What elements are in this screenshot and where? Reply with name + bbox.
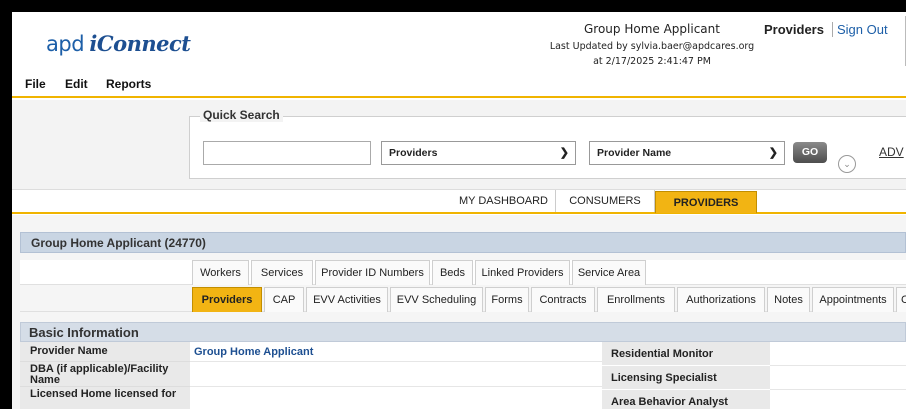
subtab-services[interactable]: Services [251, 260, 313, 285]
chevron-down-icon: ❯ [768, 147, 778, 159]
area-behavior-analyst-label: Area Behavior Analyst [602, 390, 770, 409]
search-type-select[interactable]: Providers ❯ [381, 141, 576, 165]
last-updated-at: at 2/17/2025 2:41:47 PM [593, 56, 711, 67]
logo-iconnect-text: iConnect [89, 31, 191, 56]
quick-search-legend: Quick Search [200, 108, 283, 122]
advanced-search-link[interactable]: ADV [879, 145, 904, 159]
subtab-appointments[interactable]: Appointments [812, 287, 894, 312]
licensed-home-value [190, 387, 602, 409]
residential-monitor-label: Residential Monitor [602, 342, 770, 366]
subtab-notes[interactable]: Notes [767, 287, 810, 312]
last-updated-by: Last Updated by sylvia.baer@apdcares.org [549, 41, 755, 52]
licensing-specialist-label: Licensing Specialist [602, 366, 770, 390]
basic-information-header: Basic Information [20, 322, 906, 342]
subtab-cap[interactable]: CAP [264, 287, 304, 312]
menu-bar: File Edit Reports [12, 72, 906, 98]
subtab-authorizations[interactable]: Authorizations [677, 287, 765, 312]
tab-my-dashboard[interactable]: MY DASHBOARD [452, 190, 556, 212]
sign-out-link[interactable]: Sign Out [832, 22, 888, 37]
chevron-down-icon: ❯ [559, 147, 569, 159]
header: apd iConnect Group Home Applicant Last U… [12, 12, 906, 72]
provider-name-link[interactable]: Group Home Applicant [194, 346, 313, 358]
search-field-select[interactable]: Provider Name ❯ [589, 141, 785, 165]
chevron-circle-down-icon[interactable]: ⌄ [838, 155, 856, 173]
subtab-evv-scheduling[interactable]: EVV Scheduling [390, 287, 483, 312]
subtab-service-area[interactable]: Service Area [572, 260, 646, 285]
provider-header-bar: Group Home Applicant (24770) [20, 232, 906, 253]
header-section-label: Providers [764, 22, 824, 37]
subtab-beds[interactable]: Beds [432, 260, 473, 285]
subtab-cr[interactable]: Cr [896, 287, 906, 312]
content-area: Group Home Applicant (24770) Workers Ser… [12, 215, 906, 409]
provider-name-value: Group Home Applicant [190, 342, 602, 362]
menu-edit[interactable]: Edit [65, 77, 88, 91]
subtab-provider-id-numbers[interactable]: Provider ID Numbers [315, 260, 430, 285]
subtab-forms[interactable]: Forms [485, 287, 529, 312]
subtab-providers[interactable]: Providers [192, 287, 262, 312]
logo-apd-text: apd [46, 32, 85, 56]
subtab-row-2: Providers CAP EVV Activities EVV Schedul… [20, 287, 906, 312]
licensing-specialist-value [770, 366, 906, 390]
quick-search-input[interactable] [203, 141, 371, 165]
last-updated-info: Last Updated by sylvia.baer@apdcares.org… [532, 39, 772, 69]
record-title: Group Home Applicant [584, 22, 720, 36]
search-field-value: Provider Name [597, 147, 672, 159]
search-type-value: Providers [389, 147, 438, 159]
main-tabs: MY DASHBOARD CONSUMERS PROVIDERS [12, 190, 906, 214]
provider-name-label: Provider Name [20, 342, 190, 362]
subtab-workers[interactable]: Workers [192, 260, 249, 285]
residential-monitor-value [770, 342, 906, 366]
dba-label: DBA (if applicable)/Facility Name [20, 362, 190, 387]
subtab-evv-activities[interactable]: EVV Activities [306, 287, 388, 312]
subtab-contracts[interactable]: Contracts [531, 287, 595, 312]
menu-reports[interactable]: Reports [106, 77, 151, 91]
menu-file[interactable]: File [25, 77, 46, 91]
tab-providers[interactable]: PROVIDERS [655, 191, 757, 213]
tab-consumers[interactable]: CONSUMERS [556, 190, 655, 212]
area-behavior-analyst-value [770, 390, 906, 409]
subtab-enrollments[interactable]: Enrollments [597, 287, 675, 312]
go-button[interactable]: GO [793, 142, 827, 163]
licensed-home-label: Licensed Home licensed for [20, 387, 190, 409]
apd-iconnect-logo[interactable]: apd iConnect [46, 31, 191, 57]
dba-value [190, 362, 602, 387]
subtab-row-1: Workers Services Provider ID Numbers Bed… [20, 260, 906, 285]
app-window: apd iConnect Group Home Applicant Last U… [12, 12, 906, 409]
search-area: Quick Search Providers ❯ Provider Name ❯… [12, 100, 906, 190]
subtab-linked-providers[interactable]: Linked Providers [475, 260, 570, 285]
